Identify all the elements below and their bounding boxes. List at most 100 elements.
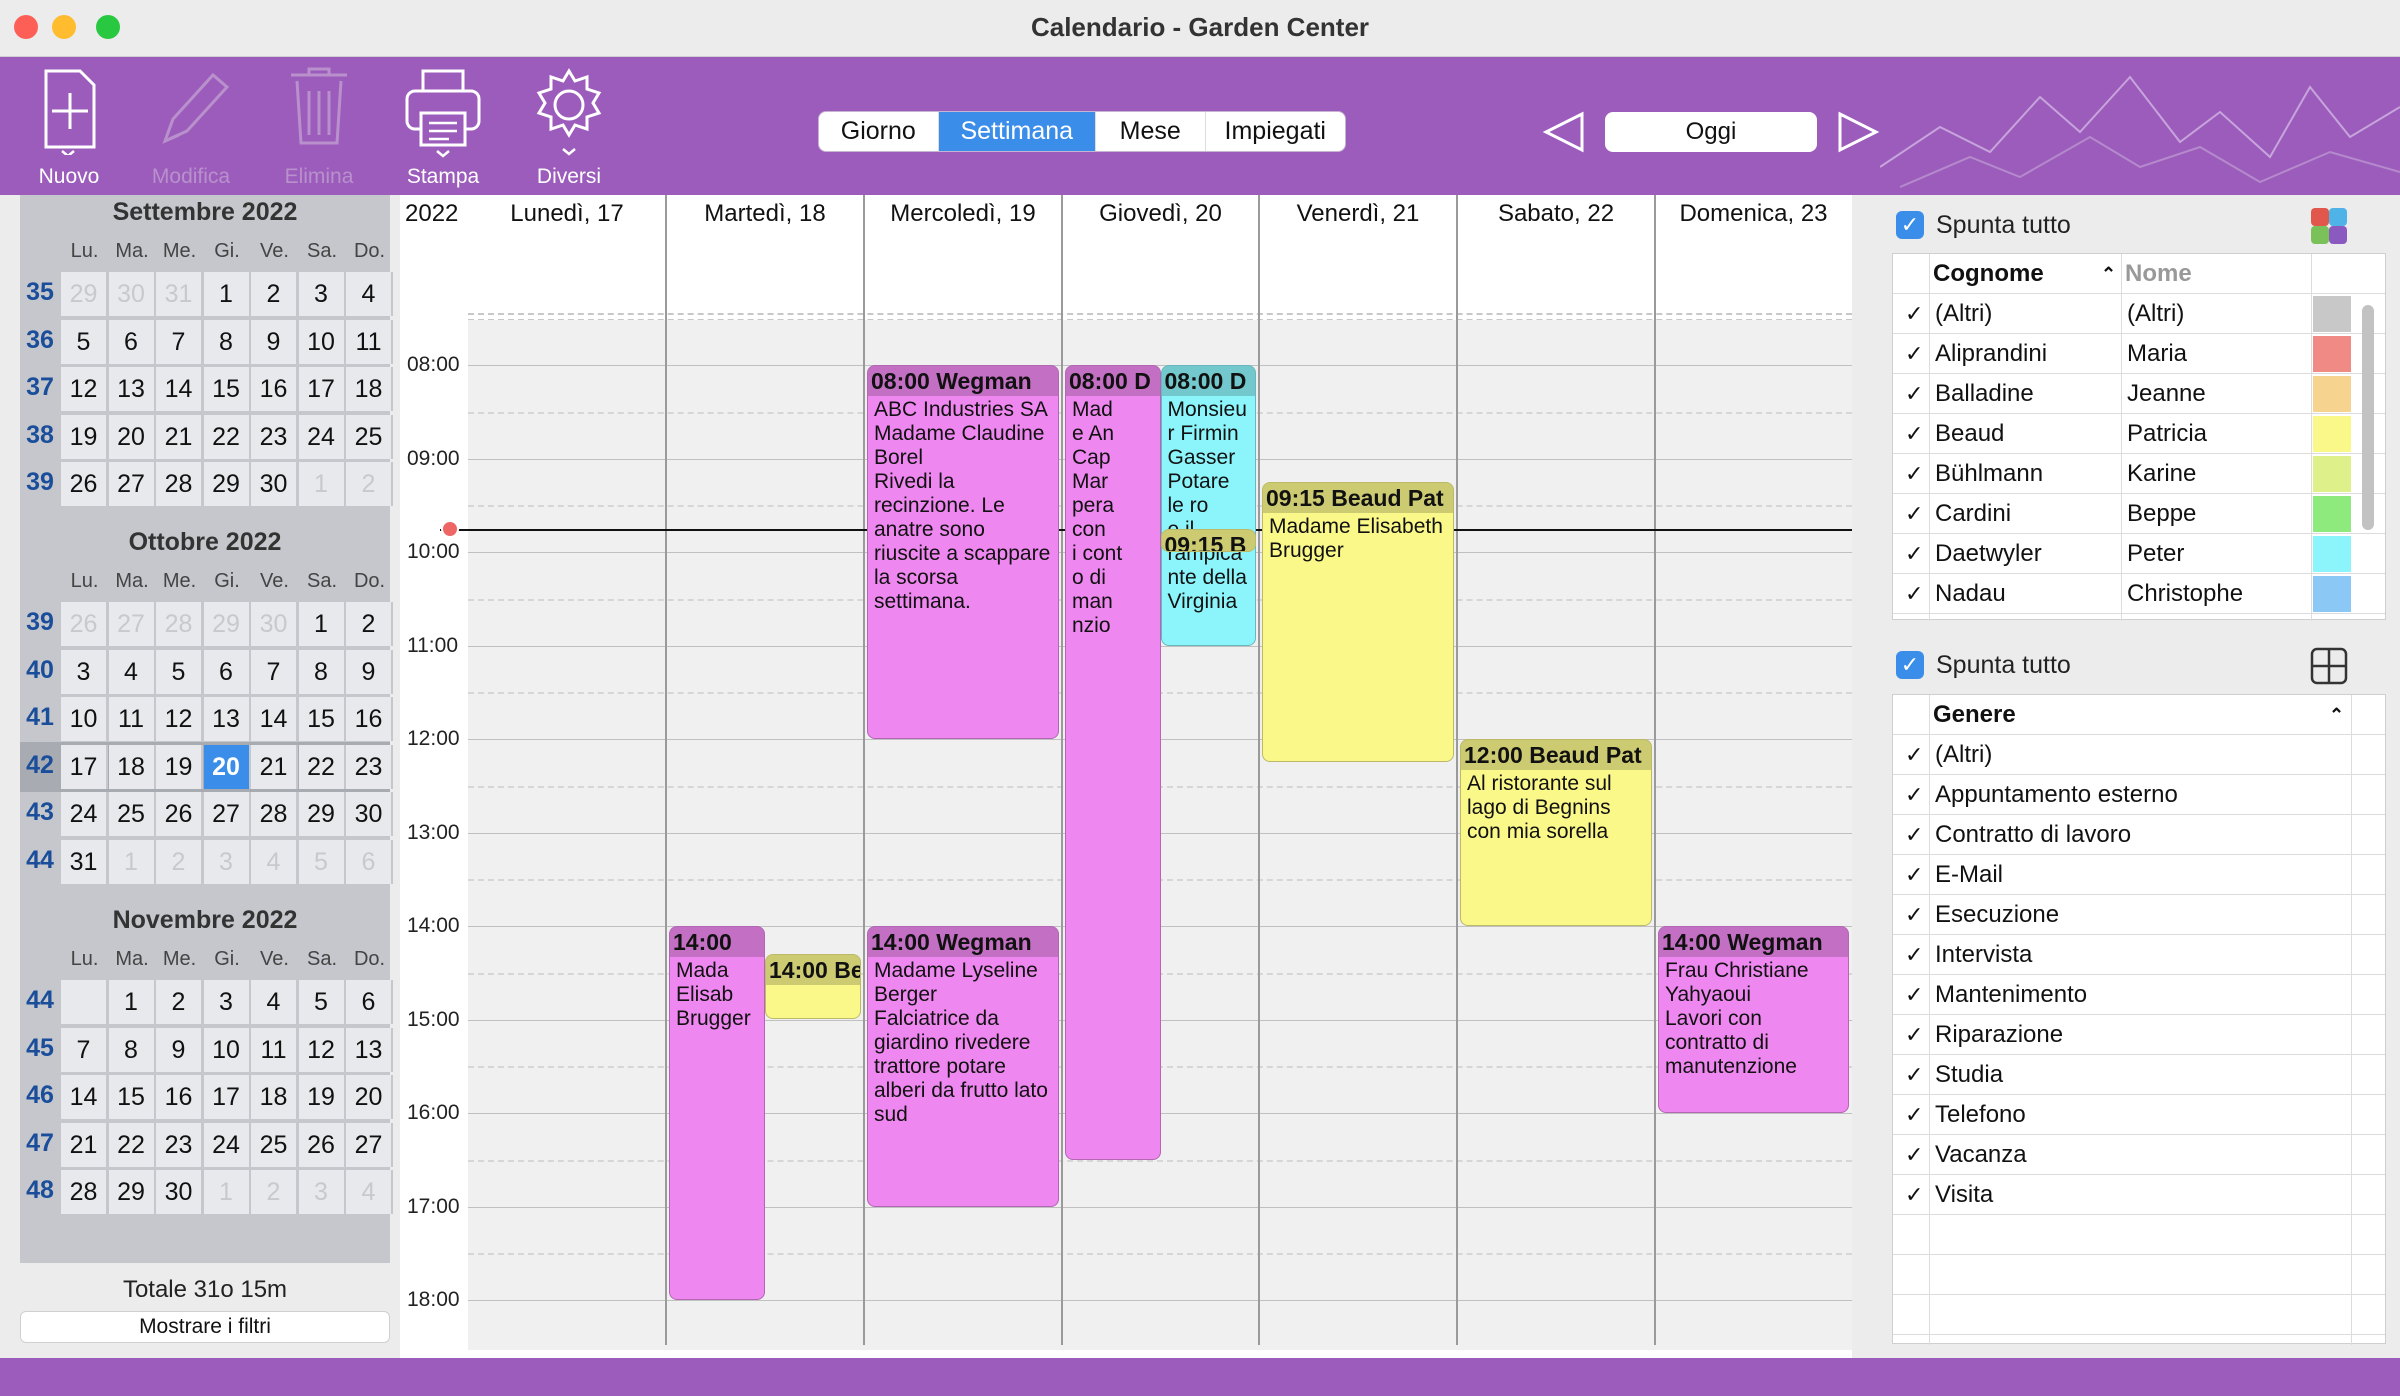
day-cell[interactable]: 26 [61, 462, 108, 506]
calendar-event[interactable]: 08:00 D Monsieu r Firmin Gasser Potare le… [1160, 365, 1256, 646]
day-cell[interactable]: 20 [108, 414, 156, 459]
calendar-event[interactable]: 08:00 Wegman ABC Industries SA Madame Cla… [867, 365, 1059, 739]
day-cell[interactable]: 23 [156, 1122, 203, 1167]
calendar-event[interactable]: 09:15 Beaud Pat Madame Elisabeth Brugger [1262, 481, 1454, 763]
day-cell[interactable]: 18 [108, 744, 156, 789]
day-cell[interactable]: 13 [346, 1027, 393, 1072]
day-cell[interactable]: 27 [346, 1122, 393, 1167]
day-cell[interactable]: 4 [108, 649, 156, 694]
day-cell[interactable]: 12 [156, 697, 203, 741]
day-cell[interactable]: 3 [61, 649, 108, 694]
employee-color-swatch[interactable] [2313, 536, 2351, 572]
genre-row[interactable]: ✓ Studia [1893, 1055, 2385, 1095]
day-cell[interactable]: 16 [251, 367, 298, 411]
calendar-event[interactable]: 14:00 Wegman Frau Christiane Yahyaoui Lav… [1658, 926, 1849, 1113]
week-number[interactable]: 40 [20, 656, 60, 685]
calendar-event[interactable]: 14:00 Mada Elisab Brugger [669, 926, 765, 1300]
employee-row[interactable]: ✓ Bühlmann Karine [1893, 454, 2385, 494]
day-cell[interactable]: 11 [108, 697, 156, 741]
row-checkmark-icon[interactable]: ✓ [1905, 574, 1923, 614]
day-cell[interactable]: 6 [346, 980, 393, 1024]
row-checkmark-icon[interactable]: ✓ [1905, 414, 1923, 454]
row-checkmark-icon[interactable]: ✓ [1905, 1095, 1923, 1135]
day-cell[interactable]: 17 [61, 744, 108, 789]
check-all-genres-checkbox[interactable]: ✓ [1896, 651, 1924, 679]
row-checkmark-icon[interactable]: ✓ [1905, 1055, 1923, 1095]
day-cell[interactable]: 7 [251, 649, 298, 694]
edit-button[interactable]: Modifica [136, 65, 246, 191]
day-cell[interactable]: 17 [298, 367, 346, 411]
week-number[interactable]: 39 [20, 608, 60, 637]
tab-day[interactable]: Giorno [819, 112, 939, 151]
day-cell[interactable]: 9 [346, 649, 393, 694]
day-cell[interactable]: 6 [346, 839, 393, 884]
calendar-event[interactable]: 14:00 Bea [765, 954, 861, 1020]
column-header-genre[interactable]: Genere [1933, 695, 2016, 735]
show-filters-button[interactable]: Mostrare i filtri [20, 1311, 390, 1343]
day-cell[interactable]: 2 [346, 462, 393, 506]
day-cell[interactable]: 2 [346, 602, 393, 646]
day-cell[interactable]: 9 [251, 319, 298, 364]
week-number[interactable]: 44 [20, 986, 60, 1015]
day-cell[interactable]: 18 [346, 367, 393, 411]
color-grid-icon[interactable] [2310, 207, 2348, 245]
day-cell[interactable]: 11 [346, 319, 393, 364]
employee-color-swatch[interactable] [2313, 576, 2351, 612]
new-button[interactable]: Nuovo [14, 65, 124, 191]
day-cell[interactable]: 1 [108, 980, 156, 1024]
day-cell[interactable]: 12 [61, 367, 108, 411]
day-cell[interactable]: 6 [203, 649, 251, 694]
day-cell[interactable]: 1 [298, 462, 346, 506]
day-cell[interactable]: 5 [298, 839, 346, 884]
day-cell[interactable]: 28 [61, 1170, 108, 1214]
week-number[interactable]: 46 [20, 1081, 60, 1110]
day-cell[interactable]: 22 [298, 744, 346, 789]
day-cell[interactable]: 19 [298, 1075, 346, 1119]
check-all-employees-checkbox[interactable]: ✓ [1896, 211, 1924, 239]
day-cell[interactable]: 23 [346, 744, 393, 789]
week-number[interactable]: 44 [20, 846, 60, 875]
employee-color-swatch[interactable] [2313, 296, 2351, 332]
day-cell[interactable]: 9 [156, 1027, 203, 1072]
week-number[interactable]: 42 [20, 751, 60, 780]
day-cell[interactable]: 27 [108, 462, 156, 506]
today-button[interactable]: Oggi [1605, 112, 1817, 152]
day-cell[interactable]: 4 [251, 839, 298, 884]
day-cell[interactable]: 15 [203, 367, 251, 411]
employee-row[interactable]: ✓ Aliprandini Maria [1893, 334, 2385, 374]
genre-row[interactable]: ✓ Riparazione [1893, 1015, 2385, 1055]
genre-row[interactable]: ✓ Vacanza [1893, 1135, 2385, 1175]
day-cell[interactable]: 15 [298, 697, 346, 741]
day-cell[interactable]: 16 [346, 697, 393, 741]
genre-row[interactable]: ✓ E-Mail [1893, 855, 2385, 895]
day-cell[interactable]: 3 [298, 1170, 346, 1214]
day-cell[interactable]: 19 [61, 414, 108, 459]
week-number[interactable]: 48 [20, 1176, 60, 1205]
day-cell[interactable]: 25 [251, 1122, 298, 1167]
row-checkmark-icon[interactable]: ✓ [1905, 494, 1923, 534]
row-checkmark-icon[interactable]: ✓ [1905, 454, 1923, 494]
day-cell[interactable]: 11 [251, 1027, 298, 1072]
day-cell[interactable]: 31 [61, 839, 108, 884]
genre-row[interactable]: ✓ Visita [1893, 1175, 2385, 1215]
genre-row[interactable]: ✓ (Altri) [1893, 735, 2385, 775]
day-cell[interactable]: 4 [346, 272, 393, 316]
genre-row[interactable]: ✓ Esecuzione [1893, 895, 2385, 935]
week-number[interactable]: 45 [20, 1034, 60, 1063]
employee-row[interactable]: ✓ (Altri) (Altri) [1893, 294, 2385, 334]
day-cell[interactable]: 1 [108, 839, 156, 884]
day-cell[interactable]: 28 [156, 602, 203, 646]
calendar-event[interactable]: 12:00 Beaud Pat Al ristorante sul lago di… [1460, 739, 1652, 926]
day-cell[interactable]: 2 [251, 272, 298, 316]
week-number[interactable]: 41 [20, 703, 60, 732]
day-cell[interactable]: 8 [203, 319, 251, 364]
tab-month[interactable]: Mese [1096, 112, 1206, 151]
day-cell[interactable]: 1 [298, 602, 346, 646]
day-cell[interactable]: 17 [203, 1075, 251, 1119]
day-cell[interactable]: 2 [156, 980, 203, 1024]
day-cell[interactable]: 3 [203, 839, 251, 884]
day-cell[interactable]: 26 [61, 602, 108, 646]
day-cell[interactable]: 26 [156, 792, 203, 836]
row-checkmark-icon[interactable]: ✓ [1905, 334, 1923, 374]
week-number[interactable]: 35 [20, 278, 60, 307]
